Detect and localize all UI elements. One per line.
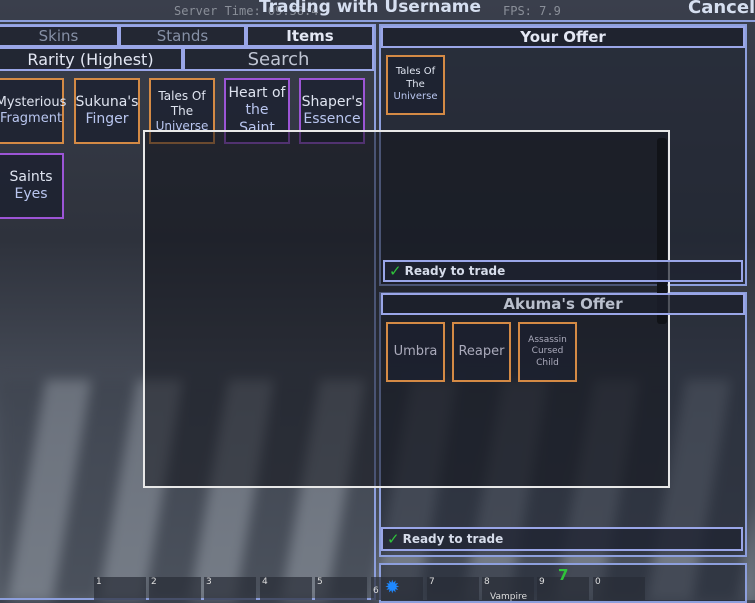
item-name: Saints [9,168,53,185]
hotbar-slot[interactable]: 7 [427,577,479,600]
hotbar-slot[interactable]: 4 [260,577,312,600]
offer-item[interactable]: Assassin Cursed Child [518,322,577,382]
ready-label: Ready to trade [402,532,504,546]
ready-label: Ready to trade [404,264,506,278]
search-input[interactable]: Search [183,47,374,71]
checkmark-icon: ✓ [387,530,400,548]
fps-counter: FPS: 7.9 [503,4,561,18]
item-name-line2: Essence [303,111,361,127]
item-name: Tales Of The [158,88,206,118]
item-name: Heart of [228,84,286,101]
inventory-item[interactable]: Saints Eyes [0,153,64,219]
offer-item[interactable]: Tales Of The Universe [386,55,445,115]
slot-number: 4 [262,577,268,587]
splash-icon: ✹ [384,577,400,598]
slot-number: 9 [539,577,545,587]
checkmark-icon: ✓ [389,262,402,280]
hotbar-slot[interactable]: 6 ✹ [371,577,423,600]
tab-stands[interactable]: Stands [119,25,246,47]
item-name-line2: Universe [393,91,438,103]
your-offer-title: Your Offer [381,26,745,48]
item-name: Umbra [393,343,438,359]
item-name: Mysterious [0,94,67,110]
hotbar-badge: 7 [558,566,569,584]
item-name: Sukuna's [75,93,139,110]
slot-number: 3 [206,577,212,587]
slot-number: 5 [317,577,323,587]
slot-number: 7 [429,577,435,587]
header-divider [0,20,755,22]
item-name-line2: Fragment [0,111,63,126]
your-ready-indicator[interactable]: ✓ Ready to trade [383,260,743,282]
slot-label: Vampire [490,592,527,602]
hotbar-slot[interactable]: 2 [149,577,201,600]
their-ready-indicator: ✓ Ready to trade [381,527,743,551]
item-name: Shaper's [301,93,363,110]
tab-items[interactable]: Items [246,25,374,47]
hotbar-slot[interactable]: 3 [204,577,256,600]
slot-number: 6 [373,586,379,596]
their-offer-title: Akuma's Offer [381,293,745,315]
offer-item[interactable]: Reaper [452,322,511,382]
slot-number: 1 [96,577,102,587]
item-name-line2: Finger [85,111,129,127]
item-name-line2: Cursed Child [531,346,564,368]
offer-item[interactable]: Umbra [386,322,445,382]
sort-dropdown[interactable]: Rarity (Highest) [0,47,183,71]
hotbar-slot[interactable]: 0 [593,577,645,600]
trade-title: Trading with Username [258,0,482,17]
item-name: Tales Of The [395,66,436,90]
item-name: Assassin [528,335,567,346]
hotbar-slot[interactable]: 5 [315,577,367,600]
item-name: Reaper [458,343,505,359]
slot-number: 0 [595,577,601,587]
inventory-item[interactable]: Sukuna's Finger [74,78,140,144]
hotbar-slot[interactable]: 8 Vampire [482,577,534,602]
slot-number: 8 [484,577,490,587]
cancel-button[interactable]: Cancel [688,0,755,18]
item-name-line2: Eyes [14,186,48,202]
hotbar-slot[interactable]: 1 [94,577,146,600]
inventory-item[interactable]: Mysterious Fragment [0,78,67,144]
slot-number: 2 [151,577,157,587]
tab-skins[interactable]: Skins [0,25,119,47]
